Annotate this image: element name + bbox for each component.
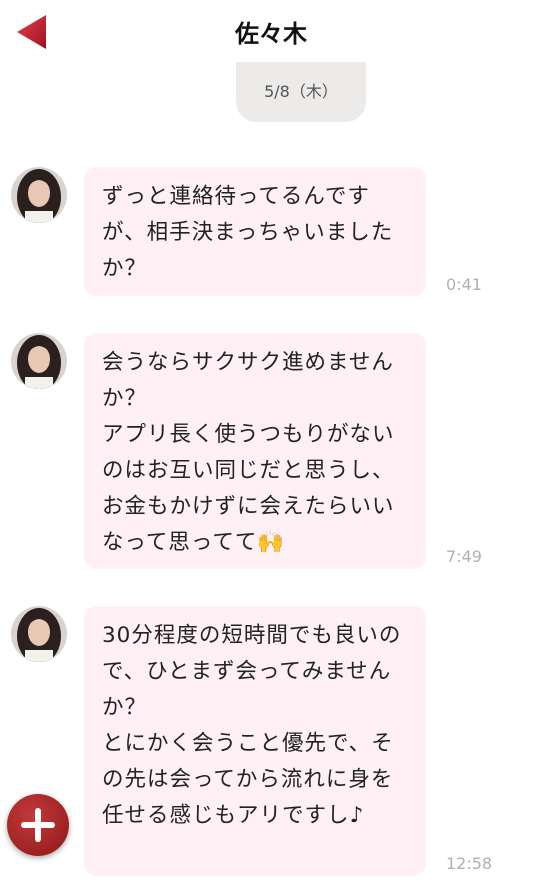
header-bar: 佐々木 — [0, 0, 542, 64]
message-bubble: 30分程度の短時間でも良いので、ひとまず会ってみませんか？ とにかく会うこと優先… — [84, 606, 426, 876]
contact-name-title: 佐々木 — [235, 19, 307, 48]
message-time: 12:58 — [446, 854, 493, 873]
avatar[interactable] — [11, 333, 67, 389]
message-time: 0:41 — [446, 275, 482, 294]
date-separator: 5/8（木） — [236, 62, 366, 122]
avatar[interactable] — [11, 167, 67, 223]
add-button[interactable] — [7, 794, 69, 856]
message-bubble: 会うならサクサク進めませんか？ アプリ長く使うつもりがないのはお互い同じだと思う… — [84, 333, 426, 569]
message-bubble: ずっと連絡待ってるんですが、相手決まっちゃいましたか？ — [84, 167, 426, 296]
avatar[interactable] — [11, 606, 67, 662]
message-time: 7:49 — [446, 547, 482, 566]
